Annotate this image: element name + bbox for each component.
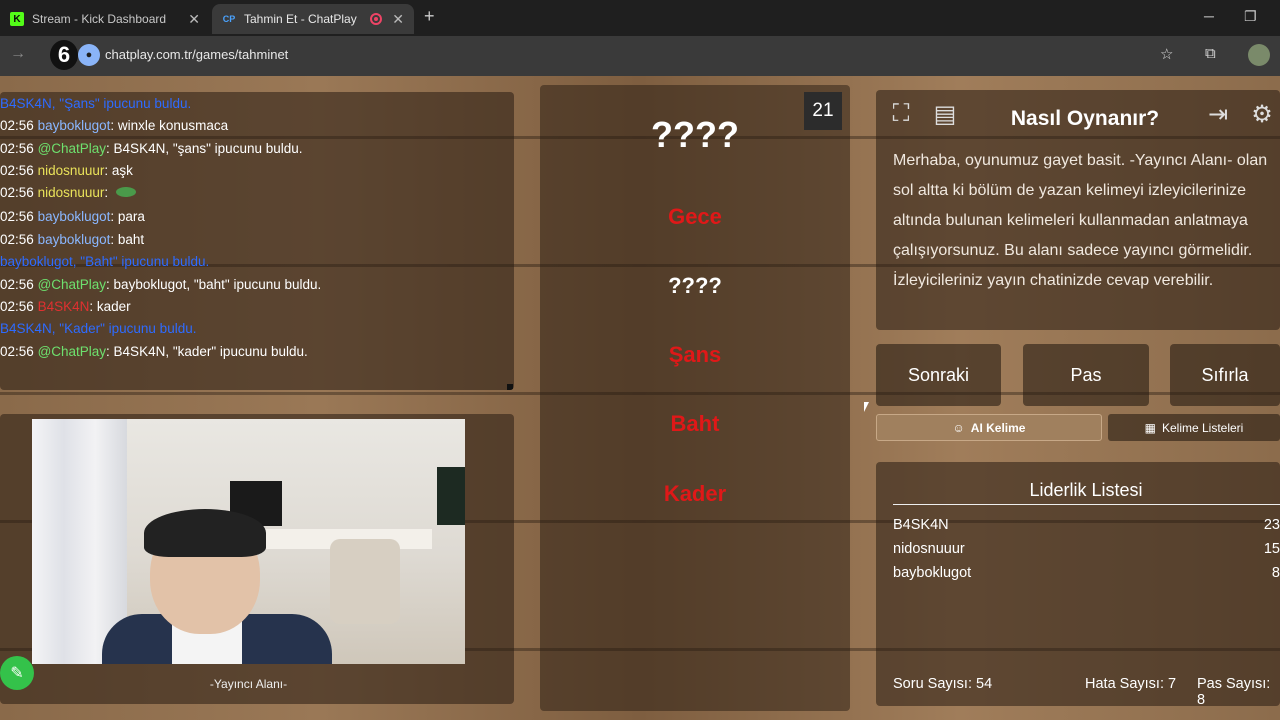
bookmark-star-icon[interactable]: ☆ <box>1160 45 1173 63</box>
close-tab-icon[interactable]: ✕ <box>392 11 404 28</box>
tab-kick-dashboard[interactable]: K Stream - Kick Dashboard ✕ <box>0 4 210 34</box>
new-tab-icon[interactable]: + <box>424 6 435 27</box>
chat-message: 02:56 bayboklugot: para <box>0 209 145 224</box>
chat-message: bayboklugot, "Baht" ipucunu buldu. <box>0 254 210 269</box>
robot-icon: ☺ <box>952 420 965 435</box>
pass-button[interactable]: Pas <box>1023 344 1149 406</box>
chat-message: 02:56 bayboklugot: winxle konusmaca <box>0 118 229 133</box>
gear-icon[interactable]: ⚙ <box>1246 98 1278 130</box>
found-word: Baht <box>670 411 720 436</box>
word-lists-button[interactable]: ▦ Kelime Listeleri <box>1108 414 1280 441</box>
chat-message: B4SK4N, "Şans" ipucunu buldu. <box>0 96 192 111</box>
tab-bar: K Stream - Kick Dashboard ✕ CP Tahmin Et… <box>0 0 1280 36</box>
minimize-icon[interactable]: ─ <box>1204 8 1214 24</box>
next-button[interactable]: Sonraki <box>876 344 1001 406</box>
hidden-word: ???? <box>651 114 739 155</box>
error-count: Hata Sayısı: 7 <box>1085 676 1177 692</box>
tab-title: Tahmin Et - ChatPlay <box>244 12 357 26</box>
clipboard-icon: ▦ <box>1144 420 1156 435</box>
pass-count: Pas Sayısı: 8 <box>1197 676 1271 708</box>
leaderboard-row: bayboklugot 8 <box>893 565 1280 581</box>
close-tab-icon[interactable]: ✕ <box>188 11 200 28</box>
question-count: Soru Sayısı: 54 <box>893 676 993 692</box>
recording-icon <box>370 13 383 25</box>
chat-message: 02:56 @ChatPlay: B4SK4N, "şans" ipucunu … <box>0 141 303 156</box>
emote-icon <box>115 187 136 197</box>
microphone-icon[interactable]: ● <box>78 44 100 66</box>
chat-message: 02:56 B4SK4N: kader <box>0 299 131 314</box>
chat-message: 02:56 nidosnuuur: <box>0 185 136 200</box>
how-to-play-text: Merhaba, oyunumuz gayet basit. -Yayıncı … <box>893 152 1268 289</box>
chat-scrollbar[interactable] <box>507 384 513 390</box>
chatplay-favicon-icon: CP <box>222 14 236 24</box>
mouse-cursor-icon <box>864 402 874 412</box>
leaderboard-row: nidosnuuur 15 <box>893 541 1280 557</box>
hidden-word: ???? <box>668 273 722 298</box>
chat-panel: B4SK4N, "Şans" ipucunu buldu. 02:56 bayb… <box>0 92 514 390</box>
forward-icon[interactable]: → <box>10 45 26 63</box>
fullscreen-icon[interactable]: ⛶ <box>885 98 917 130</box>
microphone-button-icon[interactable]: ✎ <box>0 656 34 690</box>
streamer-area-label: -Yayıncı Alanı- <box>209 677 288 691</box>
how-to-play-title: Nasıl Oynanır? <box>1010 107 1160 130</box>
reset-button[interactable]: Sıfırla <box>1170 344 1280 406</box>
overlay-badge: 6 <box>50 40 78 70</box>
chat-message: B4SK4N, "Kader" ipucunu buldu. <box>0 321 197 336</box>
chat-message: 02:56 nidosnuuur: aşk <box>0 163 133 178</box>
url-field[interactable]: chatplay.com.tr/games/tahminet <box>105 47 288 62</box>
divider <box>893 504 1280 505</box>
webcam-feed <box>32 419 465 664</box>
words-panel <box>540 85 850 711</box>
tab-title: Stream - Kick Dashboard <box>32 12 167 26</box>
chat-message: 02:56 @ChatPlay: B4SK4N, "kader" ipucunu… <box>0 344 308 359</box>
leaderboard-row: B4SK4N 23 <box>893 517 1280 533</box>
extensions-icon[interactable]: ⧉ <box>1205 45 1216 62</box>
found-word: Gece <box>668 204 722 229</box>
chat-message: 02:56 @ChatPlay: bayboklugot, "baht" ipu… <box>0 277 322 292</box>
found-word: Kader <box>663 481 727 506</box>
found-word: Şans <box>668 342 722 367</box>
kick-favicon-icon: K <box>10 12 24 26</box>
tab-chatplay[interactable]: CP Tahmin Et - ChatPlay ✕ <box>212 4 414 34</box>
maximize-icon[interactable]: ❐ <box>1244 8 1257 25</box>
ai-word-button[interactable]: ☺ AI Kelime <box>876 414 1102 441</box>
game-page: B4SK4N, "Şans" ipucunu buldu. 02:56 bayb… <box>0 76 1280 720</box>
logout-icon[interactable]: ⇥ <box>1202 98 1234 130</box>
leaderboard-title: Liderlik Listesi <box>1029 480 1143 500</box>
notes-icon[interactable]: ▤ <box>929 98 961 130</box>
chat-message: 02:56 bayboklugot: baht <box>0 232 145 247</box>
address-bar: → 6 ● chatplay.com.tr/games/tahminet ☆ ⧉ <box>0 36 1280 76</box>
profile-avatar[interactable] <box>1248 44 1270 66</box>
